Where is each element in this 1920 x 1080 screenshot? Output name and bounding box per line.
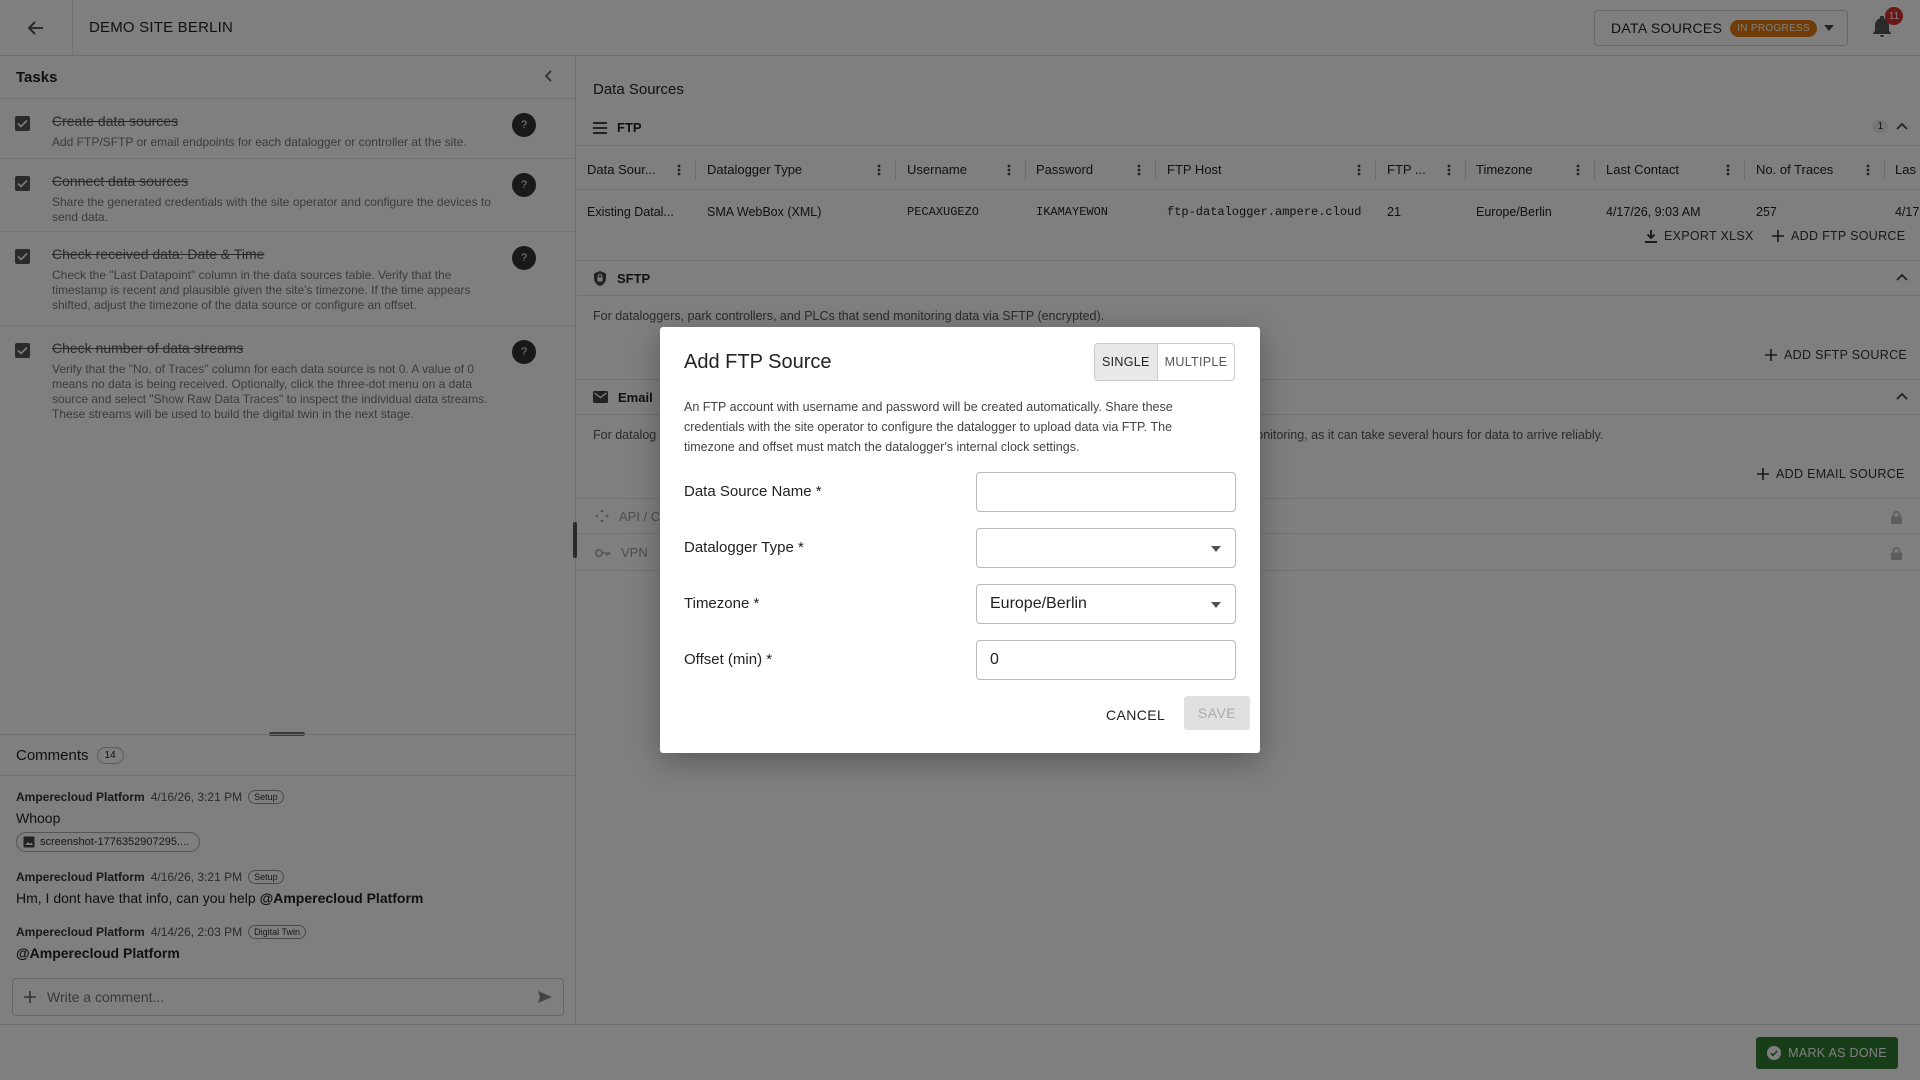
cancel-button[interactable]: CANCEL [1106, 707, 1165, 723]
save-button[interactable]: SAVE [1184, 696, 1250, 730]
timezone-label: Timezone * [684, 595, 760, 612]
data-source-name-input[interactable] [990, 483, 1235, 501]
caret-down-icon [1211, 602, 1221, 608]
datalogger-type-select[interactable] [976, 528, 1236, 568]
caret-down-icon [1211, 546, 1221, 552]
timezone-select[interactable]: Europe/Berlin [976, 584, 1236, 624]
mode-single-toggle[interactable]: SINGLE [1095, 344, 1158, 380]
dialog-description: An FTP account with username and passwor… [684, 400, 1173, 454]
timezone-value: Europe/Berlin [990, 595, 1087, 612]
mode-multiple-toggle[interactable]: MULTIPLE [1158, 344, 1235, 380]
offset-label: Offset (min) * [684, 651, 773, 668]
dialog-title: Add FTP Source [684, 351, 832, 373]
data-source-name-field[interactable] [976, 472, 1236, 512]
add-ftp-source-dialog: Add FTP Source SINGLE MULTIPLE An FTP ac… [660, 327, 1260, 753]
offset-input[interactable] [990, 651, 1235, 669]
data-source-name-label: Data Source Name * [684, 483, 822, 500]
datalogger-type-label: Datalogger Type * [684, 539, 804, 556]
offset-field[interactable] [976, 640, 1236, 680]
mode-toggle: SINGLE MULTIPLE [1094, 343, 1236, 381]
